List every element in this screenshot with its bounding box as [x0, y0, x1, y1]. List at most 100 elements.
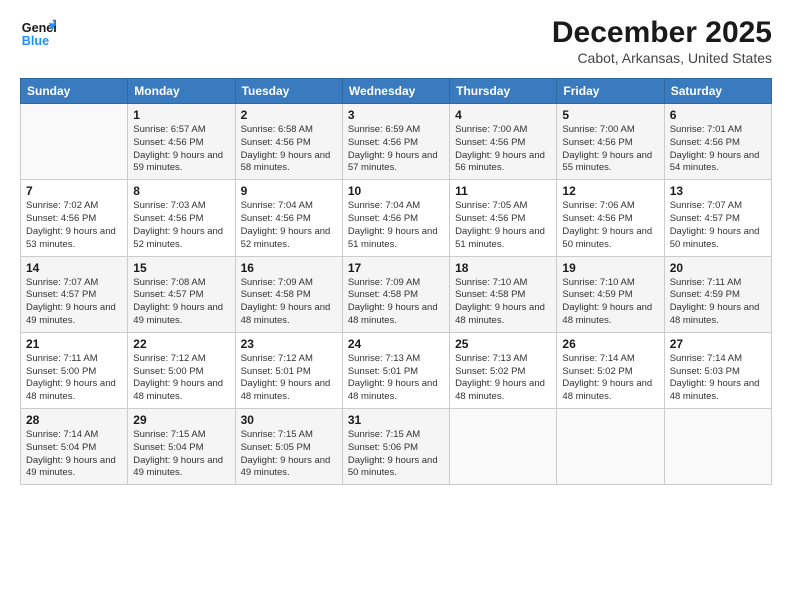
- day-info: Sunrise: 7:09 AMSunset: 4:58 PMDaylight:…: [348, 277, 444, 328]
- day-number: 1: [133, 108, 229, 122]
- calendar-cell: 13 Sunrise: 7:07 AMSunset: 4:57 PMDayligh…: [664, 180, 771, 256]
- title-block: December 2025 Cabot, Arkansas, United St…: [552, 16, 772, 66]
- day-info: Sunrise: 7:12 AMSunset: 5:01 PMDaylight:…: [241, 353, 337, 404]
- day-info: Sunrise: 7:11 AMSunset: 4:59 PMDaylight:…: [670, 277, 766, 328]
- calendar-cell: 17 Sunrise: 7:09 AMSunset: 4:58 PMDayligh…: [342, 256, 449, 332]
- day-info: Sunrise: 7:12 AMSunset: 5:00 PMDaylight:…: [133, 353, 229, 404]
- day-number: 11: [455, 184, 551, 198]
- day-number: 10: [348, 184, 444, 198]
- subtitle: Cabot, Arkansas, United States: [552, 50, 772, 66]
- day-info: Sunrise: 7:13 AMSunset: 5:01 PMDaylight:…: [348, 353, 444, 404]
- day-info: Sunrise: 7:09 AMSunset: 4:58 PMDaylight:…: [241, 277, 337, 328]
- calendar-cell: 2 Sunrise: 6:58 AMSunset: 4:56 PMDaylight…: [235, 104, 342, 180]
- calendar-cell: 10 Sunrise: 7:04 AMSunset: 4:56 PMDayligh…: [342, 180, 449, 256]
- day-number: 17: [348, 261, 444, 275]
- day-number: 30: [241, 413, 337, 427]
- day-number: 18: [455, 261, 551, 275]
- th-friday: Friday: [557, 79, 664, 104]
- day-info: Sunrise: 6:59 AMSunset: 4:56 PMDaylight:…: [348, 124, 444, 175]
- day-number: 31: [348, 413, 444, 427]
- calendar-week-row: 7 Sunrise: 7:02 AMSunset: 4:56 PMDaylight…: [21, 180, 772, 256]
- calendar-week-row: 28 Sunrise: 7:14 AMSunset: 5:04 PMDayligh…: [21, 409, 772, 485]
- calendar-cell: [557, 409, 664, 485]
- day-info: Sunrise: 7:06 AMSunset: 4:56 PMDaylight:…: [562, 200, 658, 251]
- day-info: Sunrise: 7:03 AMSunset: 4:56 PMDaylight:…: [133, 200, 229, 251]
- calendar-cell: 25Sunrise: 7:13 AMSunset: 5:02 PMDayligh…: [450, 332, 557, 408]
- th-saturday: Saturday: [664, 79, 771, 104]
- calendar-cell: [21, 104, 128, 180]
- day-info: Sunrise: 7:07 AMSunset: 4:57 PMDaylight:…: [26, 277, 122, 328]
- day-number: 15: [133, 261, 229, 275]
- calendar-cell: 31 Sunrise: 7:15 AMSunset: 5:06 PMDayligh…: [342, 409, 449, 485]
- calendar-cell: 23 Sunrise: 7:12 AMSunset: 5:01 PMDayligh…: [235, 332, 342, 408]
- day-info: Sunrise: 7:14 AMSunset: 5:02 PMDaylight:…: [562, 353, 658, 404]
- calendar-cell: 4 Sunrise: 7:00 AMSunset: 4:56 PMDaylight…: [450, 104, 557, 180]
- day-number: 14: [26, 261, 122, 275]
- day-info: Sunrise: 6:57 AMSunset: 4:56 PMDaylight:…: [133, 124, 229, 175]
- day-info: Sunrise: 7:14 AMSunset: 5:04 PMDaylight:…: [26, 429, 122, 480]
- calendar-cell: 30Sunrise: 7:15 AMSunset: 5:05 PMDayligh…: [235, 409, 342, 485]
- day-info: Sunrise: 6:58 AMSunset: 4:56 PMDaylight:…: [241, 124, 337, 175]
- th-tuesday: Tuesday: [235, 79, 342, 104]
- calendar-cell: 3 Sunrise: 6:59 AMSunset: 4:56 PMDaylight…: [342, 104, 449, 180]
- calendar-cell: 24 Sunrise: 7:13 AMSunset: 5:01 PMDayligh…: [342, 332, 449, 408]
- day-number: 16: [241, 261, 337, 275]
- calendar-cell: 21 Sunrise: 7:11 AMSunset: 5:00 PMDayligh…: [21, 332, 128, 408]
- day-number: 21: [26, 337, 122, 351]
- day-number: 28: [26, 413, 122, 427]
- day-number: 7: [26, 184, 122, 198]
- calendar-body: 1 Sunrise: 6:57 AMSunset: 4:56 PMDaylight…: [21, 104, 772, 485]
- day-number: 20: [670, 261, 766, 275]
- day-number: 25: [455, 337, 551, 351]
- th-sunday: Sunday: [21, 79, 128, 104]
- calendar-week-row: 21 Sunrise: 7:11 AMSunset: 5:00 PMDayligh…: [21, 332, 772, 408]
- day-info: Sunrise: 7:15 AMSunset: 5:06 PMDaylight:…: [348, 429, 444, 480]
- day-number: 24: [348, 337, 444, 351]
- day-info: Sunrise: 7:07 AMSunset: 4:57 PMDaylight:…: [670, 200, 766, 251]
- calendar-cell: 20 Sunrise: 7:11 AMSunset: 4:59 PMDayligh…: [664, 256, 771, 332]
- day-info: Sunrise: 7:01 AMSunset: 4:56 PMDaylight:…: [670, 124, 766, 175]
- th-wednesday: Wednesday: [342, 79, 449, 104]
- calendar-cell: [450, 409, 557, 485]
- day-info: Sunrise: 7:04 AMSunset: 4:56 PMDaylight:…: [241, 200, 337, 251]
- calendar-week-row: 14 Sunrise: 7:07 AMSunset: 4:57 PMDayligh…: [21, 256, 772, 332]
- calendar-cell: 12 Sunrise: 7:06 AMSunset: 4:56 PMDayligh…: [557, 180, 664, 256]
- calendar-cell: 11 Sunrise: 7:05 AMSunset: 4:56 PMDayligh…: [450, 180, 557, 256]
- day-info: Sunrise: 7:00 AMSunset: 4:56 PMDaylight:…: [455, 124, 551, 175]
- day-number: 2: [241, 108, 337, 122]
- day-info: Sunrise: 7:08 AMSunset: 4:57 PMDaylight:…: [133, 277, 229, 328]
- day-number: 22: [133, 337, 229, 351]
- calendar-cell: 8Sunrise: 7:03 AMSunset: 4:56 PMDaylight…: [128, 180, 235, 256]
- day-number: 5: [562, 108, 658, 122]
- day-number: 3: [348, 108, 444, 122]
- header: General Blue December 2025 Cabot, Arkans…: [20, 16, 772, 66]
- calendar-table: Sunday Monday Tuesday Wednesday Thursday…: [20, 78, 772, 485]
- day-number: 23: [241, 337, 337, 351]
- weekday-header-row: Sunday Monday Tuesday Wednesday Thursday…: [21, 79, 772, 104]
- day-number: 12: [562, 184, 658, 198]
- day-info: Sunrise: 7:04 AMSunset: 4:56 PMDaylight:…: [348, 200, 444, 251]
- page: General Blue December 2025 Cabot, Arkans…: [0, 0, 792, 612]
- th-monday: Monday: [128, 79, 235, 104]
- calendar-header: Sunday Monday Tuesday Wednesday Thursday…: [21, 79, 772, 104]
- day-info: Sunrise: 7:11 AMSunset: 5:00 PMDaylight:…: [26, 353, 122, 404]
- logo: General Blue: [20, 16, 56, 52]
- calendar-cell: 1 Sunrise: 6:57 AMSunset: 4:56 PMDaylight…: [128, 104, 235, 180]
- day-number: 4: [455, 108, 551, 122]
- day-info: Sunrise: 7:05 AMSunset: 4:56 PMDaylight:…: [455, 200, 551, 251]
- calendar-cell: 14 Sunrise: 7:07 AMSunset: 4:57 PMDayligh…: [21, 256, 128, 332]
- calendar-cell: 27Sunrise: 7:14 AMSunset: 5:03 PMDayligh…: [664, 332, 771, 408]
- day-number: 13: [670, 184, 766, 198]
- calendar-cell: 22 Sunrise: 7:12 AMSunset: 5:00 PMDayligh…: [128, 332, 235, 408]
- day-info: Sunrise: 7:10 AMSunset: 4:58 PMDaylight:…: [455, 277, 551, 328]
- day-info: Sunrise: 7:02 AMSunset: 4:56 PMDaylight:…: [26, 200, 122, 251]
- day-number: 29: [133, 413, 229, 427]
- day-number: 19: [562, 261, 658, 275]
- day-number: 26: [562, 337, 658, 351]
- calendar-cell: 7 Sunrise: 7:02 AMSunset: 4:56 PMDaylight…: [21, 180, 128, 256]
- day-number: 6: [670, 108, 766, 122]
- th-thursday: Thursday: [450, 79, 557, 104]
- calendar-cell: 16 Sunrise: 7:09 AMSunset: 4:58 PMDayligh…: [235, 256, 342, 332]
- day-number: 27: [670, 337, 766, 351]
- calendar-week-row: 1 Sunrise: 6:57 AMSunset: 4:56 PMDaylight…: [21, 104, 772, 180]
